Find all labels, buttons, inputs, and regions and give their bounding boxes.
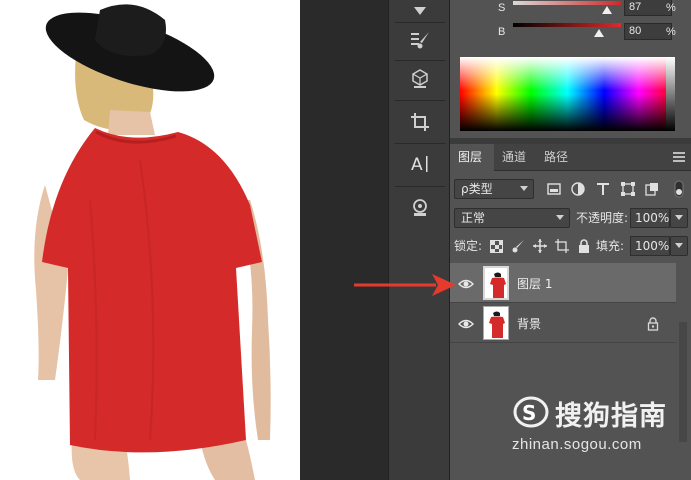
saturation-label: S — [498, 2, 506, 14]
layer-row-background[interactable]: 背景 — [450, 303, 676, 343]
tool-separator — [395, 60, 445, 61]
panel-menu-icon[interactable] — [673, 152, 685, 162]
fill-label: 填充: — [596, 239, 625, 253]
filter-type-icon[interactable] — [595, 181, 611, 197]
tab-layers[interactable]: 图层 — [450, 144, 494, 171]
layer-thumbnail — [483, 266, 509, 300]
annotation-arrow-icon — [352, 270, 462, 304]
chevron-down-icon — [520, 186, 528, 191]
filter-pixel-icon[interactable] — [546, 181, 562, 197]
grayscale-ramp[interactable] — [666, 57, 675, 131]
filter-adjustment-icon[interactable] — [570, 181, 586, 197]
saturation-track[interactable] — [513, 1, 621, 5]
filter-shape-icon[interactable] — [620, 181, 636, 197]
tool-separator — [395, 22, 445, 23]
tool-separator — [395, 186, 445, 187]
fill-dropdown-button[interactable] — [670, 236, 688, 256]
brush-presets-icon[interactable] — [408, 28, 432, 52]
saturation-unit: % — [666, 2, 676, 14]
filter-smart-object-icon[interactable] — [644, 181, 660, 197]
blend-mode-value: 正常 — [461, 211, 486, 225]
brightness-unit: % — [666, 26, 676, 38]
svg-text:S: S — [522, 401, 536, 425]
layer-name: 背景 — [517, 317, 542, 331]
watermark-logo-text: 搜狗指南 — [555, 401, 667, 432]
layer-filter-select[interactable]: ρ类型 — [454, 179, 534, 199]
blend-mode-select[interactable]: 正常 — [454, 208, 570, 228]
color-spectrum[interactable] — [460, 57, 675, 131]
lock-image-pixels-icon[interactable] — [510, 238, 526, 254]
chevron-down-icon — [675, 215, 683, 220]
lock-artboard-icon[interactable] — [554, 238, 570, 254]
filter-toggle-icon[interactable] — [674, 180, 684, 198]
svg-text:A: A — [411, 155, 423, 175]
lock-transparent-pixels-icon[interactable] — [488, 238, 504, 254]
opacity-dropdown-button[interactable] — [670, 208, 688, 228]
visibility-eye-icon[interactable] — [458, 316, 474, 330]
saturation-value-field[interactable]: 87 — [624, 0, 672, 16]
chevron-down-icon — [556, 215, 564, 220]
sogou-logo-icon: S — [512, 396, 552, 430]
woman-in-red-shirt-image — [34, 4, 271, 480]
fill-input[interactable]: 100% — [630, 236, 670, 256]
layer-row-layer1[interactable]: 图层 1 — [450, 263, 676, 303]
brightness-label: B — [498, 26, 506, 38]
brightness-slider-thumb[interactable] — [594, 29, 605, 37]
lock-label: 锁定: — [454, 239, 483, 253]
brightness-value-field[interactable]: 80 — [624, 23, 672, 40]
tab-paths[interactable]: 路径 — [536, 144, 579, 171]
layers-panel-tabs: 图层 通道 路径 — [450, 144, 691, 171]
tool-separator — [395, 143, 445, 144]
layer-filter-label: ρ类型 — [461, 182, 493, 196]
saturation-slider-thumb[interactable] — [601, 6, 612, 14]
stamp-icon[interactable] — [408, 196, 432, 220]
lock-all-icon[interactable] — [576, 238, 592, 254]
lock-icon — [647, 316, 659, 331]
layer-thumbnail — [483, 306, 509, 340]
layer-name: 图层 1 — [517, 277, 553, 291]
tool-separator — [395, 100, 445, 101]
character-text-icon[interactable]: A — [408, 152, 432, 176]
3d-cube-icon[interactable] — [408, 66, 432, 90]
crop-icon[interactable] — [408, 110, 432, 134]
canvas-background — [300, 0, 388, 480]
brightness-track[interactable] — [513, 23, 621, 27]
watermark-url: zhinan.sogou.com — [512, 436, 642, 453]
tools-panel: A — [388, 0, 450, 480]
watermark: S 搜狗指南 zhinan.sogou.com — [512, 396, 682, 456]
chevron-down-icon — [675, 243, 683, 248]
play-icon[interactable] — [408, 0, 432, 24]
tab-channels[interactable]: 通道 — [494, 144, 537, 171]
opacity-input[interactable]: 100% — [630, 208, 670, 228]
color-panel: S 87 % B 80 % — [450, 0, 691, 138]
photo-canvas — [0, 0, 300, 480]
opacity-label: 不透明度: — [576, 211, 629, 225]
lock-position-icon[interactable] — [532, 238, 548, 254]
